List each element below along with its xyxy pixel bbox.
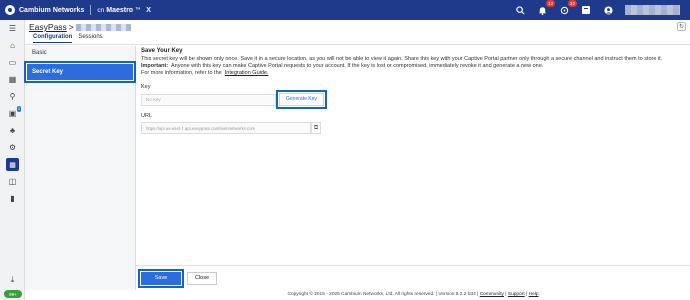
notifications-icon[interactable]: 22 (559, 0, 577, 15)
breadcrumb: EasyPass > (29, 22, 131, 32)
cambium-logo-icon (5, 5, 15, 15)
status-pill[interactable]: 99+ (4, 290, 22, 298)
users-icon[interactable]: ♣ (0, 122, 25, 139)
generate-key-button[interactable]: Generate Key (276, 90, 327, 109)
more-info-text: For more information, refer to the Integ… (141, 70, 269, 76)
dashboard-icon[interactable]: ▭ (0, 54, 25, 71)
breadcrumb-current-redacted (75, 23, 131, 31)
version-text: Version 5.2.2 b34 (438, 292, 476, 297)
top-bar: Cambium Networks cn Maestro ™ X 12 22 (0, 0, 690, 20)
nav-item-basic[interactable]: Basic (25, 46, 135, 60)
top-actions: 12 22 (515, 0, 690, 15)
notifications-badge: 22 (567, 0, 577, 7)
camera-icon[interactable]: ◫ (0, 173, 25, 190)
settings-gear-icon[interactable]: ⚙ (0, 139, 25, 156)
section-title: Save Your Key (141, 48, 183, 54)
devices-badge: 3 (16, 106, 21, 112)
tab-bar: Configuration Sessions (33, 34, 103, 43)
nav-item-secret-key[interactable]: Secret Key (24, 61, 136, 83)
page-header: EasyPass > Configuration Sessions ↻ (25, 20, 690, 45)
devices-icon[interactable]: ▣ 3 (0, 105, 25, 122)
description-text: This secret key will be shown only once.… (141, 56, 663, 62)
download-icon[interactable]: ⤓ (0, 271, 25, 288)
location-pin-icon[interactable]: ⚲ (0, 88, 25, 105)
home-icon[interactable]: ⌂ (0, 37, 25, 54)
help-book-icon[interactable] (581, 5, 591, 15)
action-bar: Save Close (136, 265, 690, 290)
calendar-icon[interactable]: ▦ (0, 71, 25, 88)
tab-configuration[interactable]: Configuration (33, 34, 73, 43)
apps-grid-icon[interactable]: ▦ (6, 158, 19, 171)
breadcrumb-separator: > (68, 22, 74, 32)
breadcrumb-root-link[interactable]: EasyPass (29, 22, 67, 32)
key-label: Key (141, 84, 151, 90)
secret-key-panel: Save Your Key This secret key will be sh… (141, 48, 686, 134)
close-button[interactable]: Close (187, 271, 217, 285)
main-area: EasyPass > Configuration Sessions ↻ Basi… (24, 20, 690, 300)
secondary-nav: Basic Secret Key (24, 46, 136, 290)
alerts-badge: 12 (545, 0, 555, 7)
user-name-redacted[interactable] (625, 5, 680, 15)
search-icon[interactable] (515, 5, 525, 15)
copy-icon[interactable]: ⧉ (311, 122, 321, 134)
key-field[interactable]: No Key (141, 93, 276, 106)
support-link[interactable]: Support (508, 292, 525, 297)
refresh-icon[interactable]: ↻ (677, 22, 686, 31)
help-link[interactable]: Help (529, 292, 539, 297)
brand-name: Cambium Networks (19, 6, 85, 14)
copyright-bar: Copyright © 2015 - 2025 Cambium Networks… (287, 292, 539, 297)
community-link[interactable]: Community (480, 292, 504, 297)
divider (90, 5, 92, 15)
url-label: URL (141, 113, 153, 119)
important-note: Important: Anyone with this key can make… (141, 63, 544, 69)
key-row: No Key Generate Key (141, 90, 686, 109)
product-name: cn Maestro ™ X (97, 6, 151, 14)
user-avatar-icon[interactable] (603, 5, 613, 15)
brand[interactable]: Cambium Networks (0, 5, 84, 15)
integration-guide-link[interactable]: Integration Guide. (225, 70, 269, 76)
alerts-bell-icon[interactable]: 12 (537, 0, 555, 15)
sidebar: ☰ ⌂ ▭ ▦ ⚲ ▣ 3 ♣ ⚙ ▦ ◫ ▮ ⤓ 99+ (0, 20, 25, 300)
url-row: https://api.us-east-1.api.easypass.cambi… (141, 122, 686, 134)
menu-toggle-icon[interactable]: ☰ (0, 20, 25, 37)
save-button[interactable]: Save (138, 268, 184, 288)
tab-sessions[interactable]: Sessions (78, 34, 102, 43)
sidebar-bottom: ⤓ 99+ (0, 271, 25, 300)
book-icon[interactable]: ▮ (0, 190, 25, 207)
url-field[interactable]: https://api.us-east-1.api.easypass.cambi… (141, 122, 311, 134)
